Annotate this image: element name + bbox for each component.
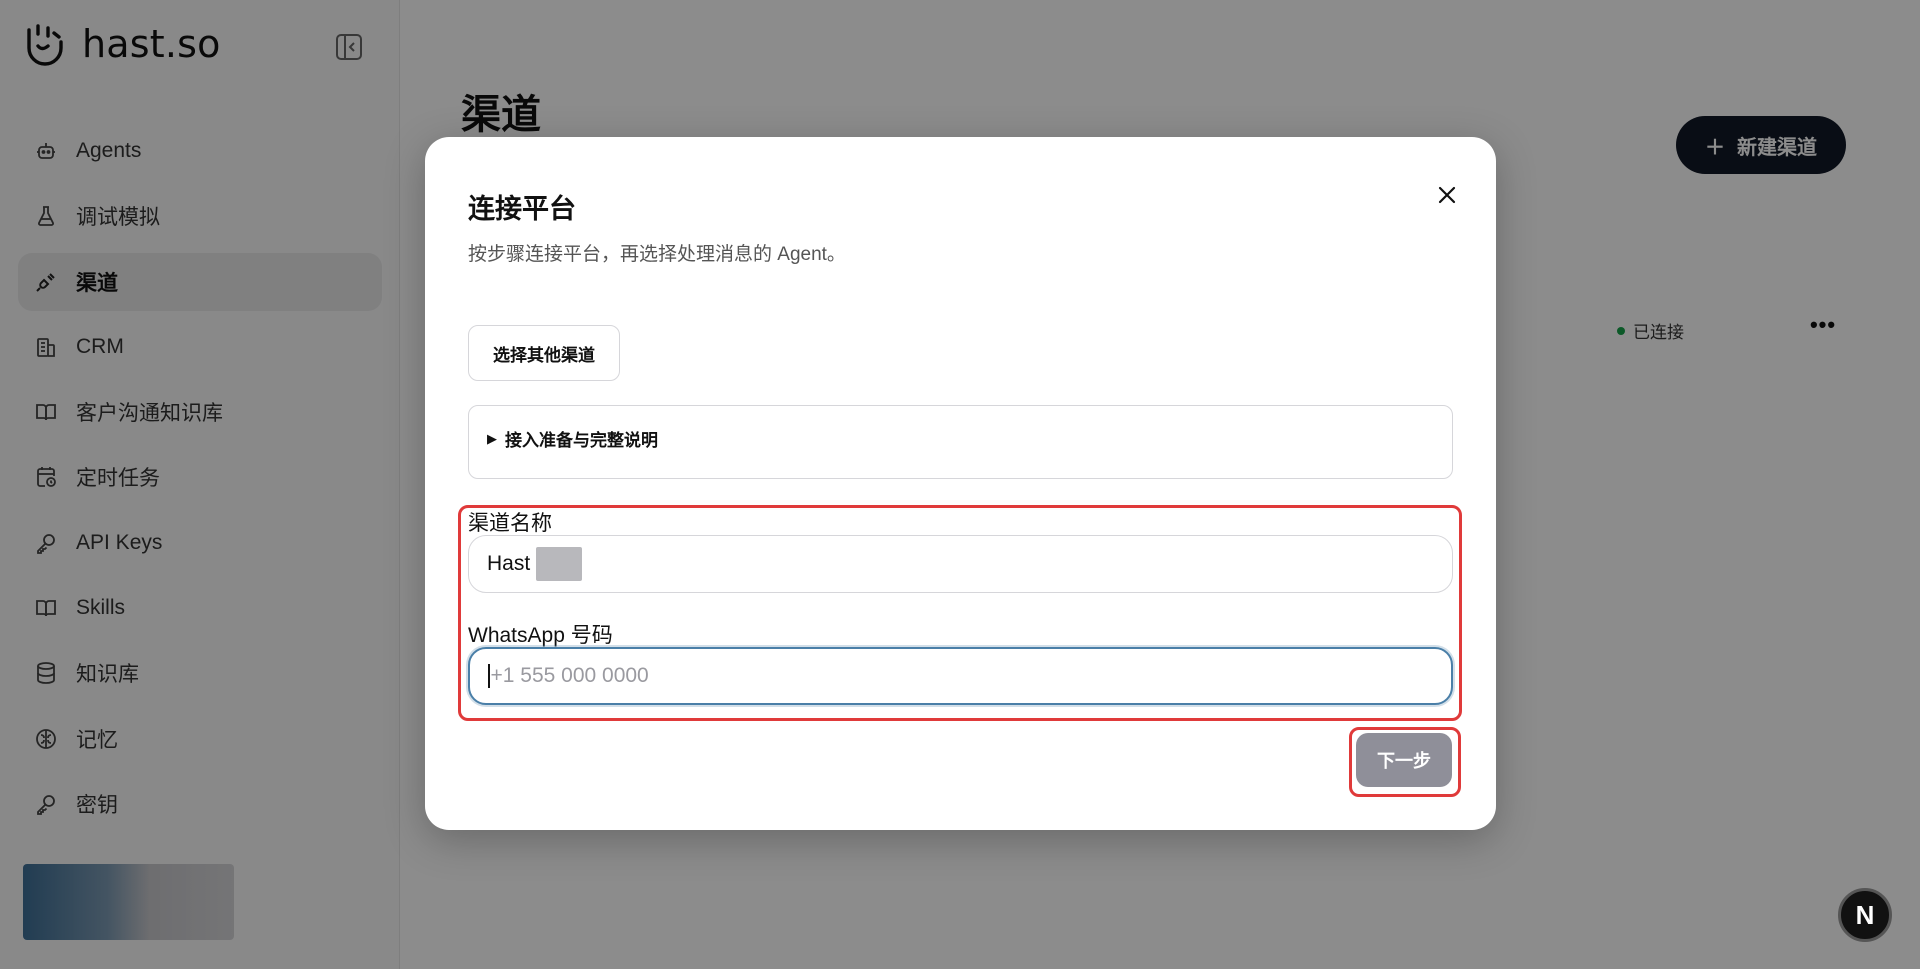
dialog-subtitle: 按步骤连接平台，再选择处理消息的 Agent。 bbox=[468, 244, 846, 265]
close-button[interactable] bbox=[1429, 177, 1465, 213]
close-icon bbox=[1438, 186, 1456, 204]
triangle-right-icon: ▶ bbox=[487, 430, 497, 446]
next-step-button[interactable]: 下一步 bbox=[1356, 733, 1452, 787]
details-summary-text: 接入准备与完整说明 bbox=[505, 431, 658, 450]
dialog-title: 连接平台 bbox=[468, 194, 576, 224]
fab-label: N bbox=[1855, 899, 1875, 930]
floating-n-button[interactable]: N bbox=[1838, 888, 1892, 942]
connect-platform-dialog: 连接平台 按步骤连接平台，再选择处理消息的 Agent。 选择其他渠道 ▶ 接入… bbox=[425, 137, 1496, 830]
select-other-channel-button[interactable]: 选择其他渠道 bbox=[468, 325, 620, 381]
highlight-frame-fields bbox=[458, 505, 1462, 721]
setup-details-collapsible[interactable]: ▶ 接入准备与完整说明 bbox=[468, 405, 1453, 479]
details-summary[interactable]: ▶ 接入准备与完整说明 bbox=[487, 426, 658, 451]
